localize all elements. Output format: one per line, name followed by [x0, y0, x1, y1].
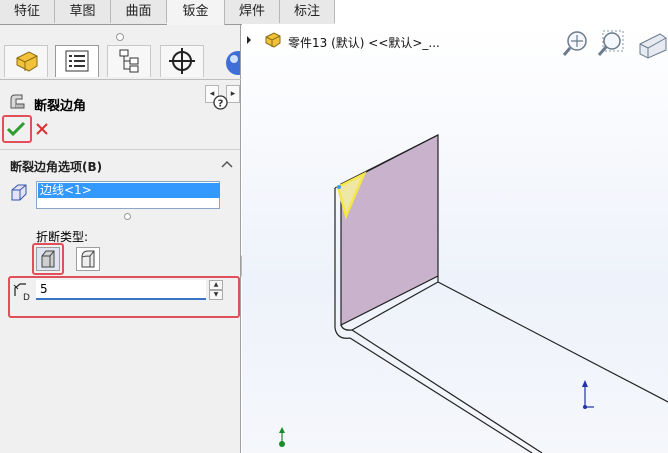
fillet-type-button[interactable]	[76, 247, 100, 271]
checkmark-icon[interactable]	[6, 121, 26, 137]
appearance-sphere-icon	[226, 51, 240, 75]
group-divider	[0, 149, 240, 150]
tab-annotation[interactable]: 标注	[280, 0, 335, 23]
fillet-icon	[81, 250, 95, 268]
break-corner-icon	[10, 94, 25, 109]
property-list-icon	[65, 50, 89, 72]
feature-title: 断裂边角	[34, 99, 87, 114]
graphics-viewport[interactable]	[242, 24, 668, 453]
property-manager-panel: ◂ ▸ 断裂边角 ? 断裂边角选项(B) 边线<1> 折断类型: D 5 ▲ ▼	[0, 25, 241, 453]
crosshair-icon	[169, 48, 195, 74]
tab-sheet-metal[interactable]: 钣金	[167, 0, 225, 25]
distance-input[interactable]	[36, 280, 206, 300]
configurationmanager-tab[interactable]	[107, 45, 151, 77]
chamfer-icon	[41, 250, 55, 268]
panel-splitter-handle[interactable]	[116, 33, 124, 41]
selected-edge-item[interactable]: 边线<1>	[38, 183, 220, 198]
featuremanager-tab[interactable]	[4, 45, 48, 77]
svg-text:D: D	[23, 293, 30, 302]
manager-tab-bar: ◂ ▸	[0, 43, 241, 103]
config-tree-icon	[119, 49, 139, 73]
zoom-to-fit-icon[interactable]	[562, 31, 587, 56]
axis-triad-icon	[582, 380, 594, 409]
spin-down-button[interactable]: ▼	[209, 290, 223, 300]
tab-sketch[interactable]: 草图	[55, 0, 111, 23]
tab-features[interactable]: 特征	[0, 0, 55, 23]
previous-view-icon[interactable]	[639, 33, 667, 59]
distance-d-icon: D	[13, 283, 30, 302]
help-circle-icon[interactable]: ?	[213, 95, 228, 110]
zoom-to-area-icon[interactable]	[597, 30, 624, 56]
tree-expand-icon[interactable]	[247, 36, 251, 44]
group-title[interactable]: 断裂边角选项(B)	[10, 158, 102, 175]
spin-up-button[interactable]: ▲	[209, 280, 223, 290]
model-view[interactable]	[242, 24, 668, 453]
chamfer-type-button[interactable]	[36, 247, 60, 271]
propertymanager-tab[interactable]	[55, 45, 99, 77]
x-icon[interactable]	[36, 123, 48, 135]
tab-surfaces[interactable]: 曲面	[111, 0, 167, 23]
edge-selection-box[interactable]: 边线<1>	[36, 181, 220, 209]
list-resize-handle[interactable]	[124, 213, 131, 220]
feature-tree-part-label[interactable]: 零件13 (默认) <<默认>_...	[288, 34, 440, 51]
part-tree-icon	[265, 32, 281, 48]
tab-scroll-right-icon[interactable]: ▸	[226, 85, 240, 103]
part-icon	[16, 51, 38, 72]
sheet-metal-part[interactable]	[334, 134, 668, 453]
chevron-up-icon[interactable]	[221, 159, 233, 169]
origin-icon	[279, 427, 285, 447]
edge-select-icon	[11, 184, 27, 201]
display-manager-tab[interactable]	[220, 47, 240, 75]
command-manager-tabs: 特征 草图 曲面 钣金 焊件 标注	[0, 0, 335, 25]
svg-text:?: ?	[218, 99, 224, 110]
dimxpert-tab[interactable]	[160, 45, 204, 77]
tab-weldments[interactable]: 焊件	[225, 0, 280, 23]
